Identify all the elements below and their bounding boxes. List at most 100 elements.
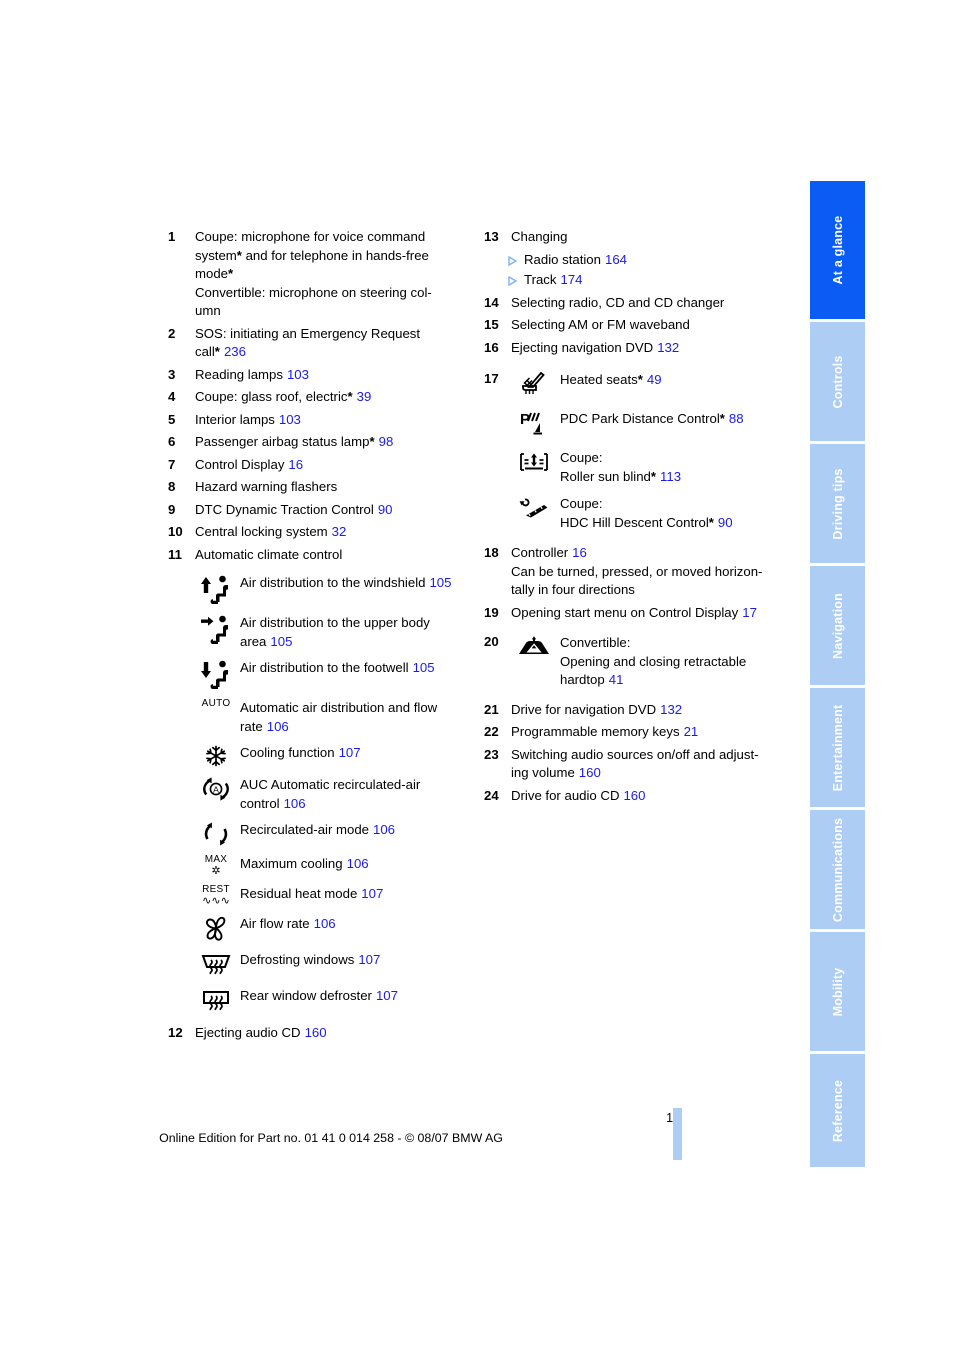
page-ref[interactable]: 105 <box>270 634 292 649</box>
page-ref[interactable]: 106 <box>314 916 336 931</box>
pdc-park-distance-control-icon: P <box>508 409 560 436</box>
page-ref[interactable]: 106 <box>267 719 289 734</box>
page-ref[interactable]: 41 <box>609 672 624 687</box>
item4-label: Coupe: glass roof, electric <box>195 389 348 404</box>
item16-label: Ejecting navigation DVD <box>511 339 654 355</box>
item17-row-heated-seats: 17 Heated seats* 49 <box>484 370 784 397</box>
page-ref[interactable]: 106 <box>373 822 395 837</box>
list-item-13: 13 Changing <box>484 228 784 247</box>
climate-control-icon-list: Air distribution to the windshield 105 Ai… <box>192 573 468 1015</box>
label-text: Recirculated-air mode <box>240 822 369 837</box>
item-text: Selecting radio, CD and CD changer <box>511 294 784 313</box>
page-ref[interactable]: 106 <box>347 856 369 871</box>
page-ref[interactable]: 160 <box>305 1025 327 1040</box>
snowflake-cooling-icon <box>192 743 240 768</box>
item20-line1: Convertible: <box>560 635 631 650</box>
climate-row-footwell-label: Air distribution to the footwell 105 <box>240 658 468 678</box>
tab-at-a-glance[interactable]: At a glance <box>810 181 865 319</box>
item-number: 23 <box>484 746 499 762</box>
page-ref[interactable]: 107 <box>358 952 380 967</box>
page-ref[interactable]: 90 <box>378 502 393 517</box>
list-item-9: 9 DTC Dynamic Traction Control 90 <box>168 501 468 520</box>
tab-reference[interactable]: Reference <box>810 1054 865 1167</box>
item23-line1: Switching audio sources on/off and adjus… <box>511 746 759 762</box>
page-ref[interactable]: 105 <box>413 660 435 675</box>
tab-driving-tips[interactable]: Driving tips <box>810 444 865 563</box>
item-number: 1 <box>168 229 176 244</box>
page-ref[interactable]: 21 <box>684 724 699 739</box>
list-item-3: 3 Reading lamps 103 <box>168 366 468 385</box>
option-asterisk: * <box>650 468 657 484</box>
page-ref[interactable]: 174 <box>560 272 582 287</box>
list-item-17: 17 Heated seats* 49 P PDC Park Distance … <box>484 370 784 532</box>
tab-communications[interactable]: Communications <box>810 810 865 929</box>
label-line2: HDC Hill Descent Control <box>560 514 709 530</box>
footer-accent-bar <box>673 1108 682 1160</box>
page-ref[interactable]: 16 <box>288 457 303 472</box>
item7-label: Control Display <box>195 456 285 472</box>
page-ref[interactable]: 164 <box>605 252 627 267</box>
page-ref[interactable]: 103 <box>287 367 309 382</box>
label-line2: Roller sun blind <box>560 468 651 484</box>
item-number: 19 <box>484 604 499 620</box>
tab-controls[interactable]: Controls <box>810 322 865 441</box>
tab-mobility[interactable]: Mobility <box>810 932 865 1051</box>
list-item-20: 20 Convertible: Opening and closing retr… <box>484 633 784 690</box>
page-ref[interactable]: 132 <box>657 340 679 355</box>
climate-row-recirculated-label: Recirculated-air mode 106 <box>240 820 468 840</box>
label-text: Air flow rate <box>240 916 310 932</box>
tab-entertainment[interactable]: Entertainment <box>810 688 865 807</box>
page-ref[interactable]: 90 <box>718 515 733 530</box>
page-ref[interactable]: 103 <box>279 412 301 427</box>
page-ref[interactable]: 88 <box>729 411 744 426</box>
svg-text:A: A <box>213 785 219 795</box>
page-ref[interactable]: 113 <box>660 469 681 484</box>
page-ref[interactable]: 132 <box>660 702 682 717</box>
item-text: Central locking system 32 <box>195 523 468 542</box>
label-text: Maximum cooling <box>240 856 343 871</box>
item20-hardtop-label: Convertible: Opening and closing retract… <box>560 633 784 690</box>
item6-label: Passenger airbag status lamp <box>195 434 370 449</box>
item24-label: Drive for audio CD <box>511 787 620 803</box>
item-number: 3 <box>168 366 176 382</box>
label-line1: Coupe: <box>560 450 603 465</box>
tab-driving-tips-label: Driving tips <box>830 467 845 540</box>
item-number: 17 <box>484 371 499 386</box>
item21-label: Drive for navigation DVD <box>511 701 657 717</box>
list-item-10: 10 Central locking system 32 <box>168 523 468 542</box>
option-asterisk: * <box>637 372 643 387</box>
item-text: Passenger airbag status lamp* 98 <box>195 433 468 452</box>
page-ref[interactable]: 106 <box>284 796 306 811</box>
climate-row-footwell: Air distribution to the footwell 105 <box>192 658 468 691</box>
page-ref[interactable]: 16 <box>572 545 587 560</box>
item-number: 7 <box>168 456 176 472</box>
climate-row-rear-defroster: Rear window defroster 107 <box>192 986 468 1015</box>
tab-navigation[interactable]: Navigation <box>810 566 865 685</box>
page-ref[interactable]: 107 <box>376 988 398 1003</box>
page-ref[interactable]: 49 <box>647 372 662 387</box>
page-ref[interactable]: 32 <box>332 524 347 539</box>
item-text: Hazard warning flashers <box>195 478 468 497</box>
rear-window-defroster-icon <box>192 986 240 1015</box>
page-ref[interactable]: 236 <box>224 344 246 359</box>
page-ref[interactable]: 39 <box>357 389 372 404</box>
tab-navigation-label: Navigation <box>830 592 845 659</box>
page-ref[interactable]: 107 <box>339 745 361 760</box>
page-ref[interactable]: 17 <box>742 605 757 620</box>
item-text: DTC Dynamic Traction Control 90 <box>195 501 468 520</box>
page-ref[interactable]: 160 <box>579 765 601 780</box>
item-number: 9 <box>168 501 176 517</box>
option-asterisk: * <box>369 434 375 449</box>
item-number: 22 <box>484 724 499 739</box>
label-line1: Coupe: <box>560 496 603 511</box>
item11-label: Automatic climate control <box>195 546 343 562</box>
tab-controls-label: Controls <box>830 355 845 408</box>
page-ref[interactable]: 98 <box>379 434 394 449</box>
page-ref[interactable]: 160 <box>623 788 645 803</box>
page-ref[interactable]: 107 <box>361 886 383 901</box>
climate-row-max-cooling: MAX ✲ Maximum cooling 106 <box>192 854 468 877</box>
page-ref[interactable]: 105 <box>429 575 451 590</box>
sub-item-radio-station-label: Radio station 164 <box>524 251 627 270</box>
item23-line2: ing volume <box>511 765 575 780</box>
item-number: 5 <box>168 411 176 427</box>
